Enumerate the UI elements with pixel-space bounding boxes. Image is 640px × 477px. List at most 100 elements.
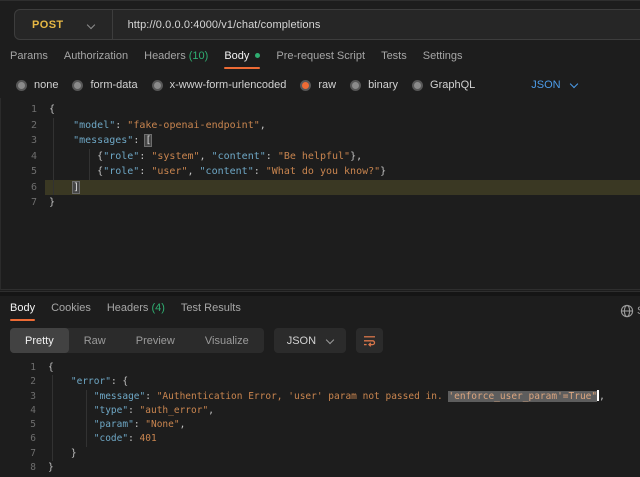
- line-number: 7: [0, 447, 36, 461]
- code-line: 8}: [0, 461, 640, 475]
- line-number: 5: [0, 418, 36, 432]
- body-type-label: form-data: [90, 79, 137, 91]
- radio-icon: [350, 80, 361, 91]
- line-number: 4: [0, 404, 36, 418]
- request-response-divider: [0, 291, 640, 296]
- line-number: 3: [1, 133, 37, 149]
- line-number: 2: [1, 118, 37, 134]
- code-text: "model": "fake-openai-endpoint",: [49, 118, 266, 134]
- tab-headers[interactable]: Headers (10): [144, 50, 208, 69]
- code-line: 6 "code": 401: [0, 432, 640, 446]
- response-tab-headers[interactable]: Headers (4): [107, 302, 165, 321]
- response-tab-body[interactable]: Body: [10, 302, 35, 321]
- tab-settings[interactable]: Settings: [423, 50, 463, 69]
- response-view-toolbar: PrettyRawPreviewVisualize JSON: [10, 328, 383, 353]
- response-format-dropdown[interactable]: JSON: [274, 328, 346, 353]
- code-text: "param": "None",: [48, 418, 185, 432]
- radio-icon: [16, 80, 27, 91]
- response-tab-test-results[interactable]: Test Results: [181, 302, 241, 321]
- tab-pre-request-script[interactable]: Pre-request Script: [276, 50, 365, 69]
- response-format-label: JSON: [287, 335, 316, 347]
- chevron-down-icon: [326, 335, 334, 343]
- body-type-binary[interactable]: binary: [350, 79, 398, 91]
- chevron-down-icon[interactable]: [88, 15, 94, 33]
- window-top-divider: [0, 0, 640, 1]
- raw-format-dropdown[interactable]: JSON: [531, 79, 576, 91]
- code-text: "message": "Authentication Error, 'user'…: [48, 390, 605, 404]
- line-number: 7: [1, 195, 37, 211]
- request-tabs: Params Authorization Headers (10) Body Pre-r…: [10, 50, 463, 69]
- code-text: "code": 401: [48, 432, 157, 446]
- indent-guide: [86, 390, 87, 447]
- code-text: {"role": "user", "content": "What do you…: [49, 164, 386, 180]
- code-line: 4 {"role": "system", "content": "Be help…: [1, 149, 640, 165]
- code-text: "error": {: [48, 375, 128, 389]
- code-text: {: [48, 361, 54, 375]
- globe-icon[interactable]: [620, 304, 634, 318]
- code-text: }: [48, 461, 54, 475]
- tab-params[interactable]: Params: [10, 50, 48, 69]
- radio-icon: [300, 80, 311, 91]
- wrap-lines-icon: [363, 335, 376, 347]
- body-type-raw[interactable]: raw: [300, 79, 336, 91]
- code-line: 7}: [1, 195, 640, 211]
- body-type-label: raw: [318, 79, 336, 91]
- tab-body[interactable]: Body: [224, 50, 260, 69]
- body-type-row: none form-data x-www-form-urlencoded raw bin…: [16, 79, 577, 91]
- code-text: {: [49, 102, 55, 118]
- green-dot-icon: [255, 53, 260, 58]
- code-line: 7 }: [0, 447, 640, 461]
- body-type-none[interactable]: none: [16, 79, 58, 91]
- method-selector[interactable]: POST: [15, 19, 64, 31]
- body-type-label: binary: [368, 79, 398, 91]
- response-tab-cookies[interactable]: Cookies: [51, 302, 91, 321]
- line-number: 6: [1, 180, 37, 196]
- line-number: 2: [0, 375, 36, 389]
- radio-icon: [412, 80, 423, 91]
- indent-guide: [52, 375, 53, 461]
- view-preview[interactable]: Preview: [121, 328, 190, 353]
- code-line: 2 "model": "fake-openai-endpoint",: [1, 118, 640, 134]
- response-view-switch: PrettyRawPreviewVisualize: [10, 328, 264, 353]
- code-text: "messages": [: [49, 133, 151, 149]
- code-line: 3 "messages": [: [1, 133, 640, 149]
- line-number: 1: [1, 102, 37, 118]
- response-body-editor[interactable]: 1{2 "error": {3 "message": "Authenticati…: [0, 357, 640, 477]
- divider: [112, 10, 113, 39]
- line-number: 8: [0, 461, 36, 475]
- view-visualize[interactable]: Visualize: [190, 328, 264, 353]
- code-line: 3 "message": "Authentication Error, 'use…: [0, 390, 640, 404]
- code-text: "type": "auth_error",: [48, 404, 214, 418]
- radio-icon: [152, 80, 163, 91]
- indent-guide: [89, 149, 90, 180]
- request-url-bar: POST http://0.0.0.0:4000/v1/chat/complet…: [14, 9, 640, 40]
- response-tabs: Body Cookies Headers (4) Test Results: [10, 302, 241, 321]
- request-body-editor[interactable]: 1{2 "model": "fake-openai-endpoint",3 "m…: [0, 98, 640, 290]
- line-number: 5: [1, 164, 37, 180]
- line-number: 3: [0, 390, 36, 404]
- radio-icon: [72, 80, 83, 91]
- url-input[interactable]: http://0.0.0.0:4000/v1/chat/completions: [128, 19, 321, 31]
- body-type-label: none: [34, 79, 58, 91]
- code-line: 1{: [0, 361, 640, 375]
- body-type-graphql[interactable]: GraphQL: [412, 79, 475, 91]
- tab-tests[interactable]: Tests: [381, 50, 407, 69]
- body-type-x-www-form-urlencoded[interactable]: x-www-form-urlencoded: [152, 79, 287, 91]
- wrap-lines-button[interactable]: [356, 328, 383, 353]
- tab-count-badge: (4): [148, 302, 165, 314]
- body-type-label: GraphQL: [430, 79, 475, 91]
- indent-guide: [53, 118, 54, 196]
- view-pretty[interactable]: Pretty: [10, 328, 69, 353]
- code-line: 5 {"role": "user", "content": "What do y…: [1, 164, 640, 180]
- code-line: 1{: [1, 102, 640, 118]
- code-text: }: [49, 195, 55, 211]
- line-number: 4: [1, 149, 37, 165]
- code-line: 6 ]: [1, 180, 640, 196]
- line-number: 1: [0, 361, 36, 375]
- code-line: 5 "param": "None",: [0, 418, 640, 432]
- view-raw[interactable]: Raw: [69, 328, 121, 353]
- body-type-form-data[interactable]: form-data: [72, 79, 137, 91]
- tab-authorization[interactable]: Authorization: [64, 50, 128, 69]
- code-text: {"role": "system", "content": "Be helpfu…: [49, 149, 362, 165]
- code-line: 2 "error": {: [0, 375, 640, 389]
